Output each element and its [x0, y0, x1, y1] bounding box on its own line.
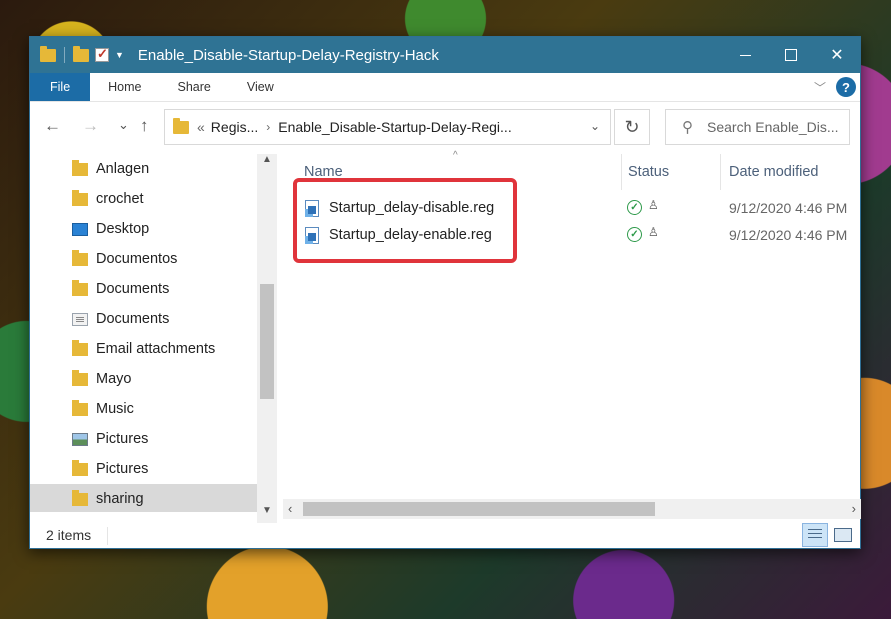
window-controls: ✕: [722, 37, 860, 73]
search-box[interactable]: ⚲ Search Enable_Dis...: [665, 109, 850, 145]
column-divider[interactable]: [720, 154, 721, 190]
breadcrumb-current-folder[interactable]: Enable_Disable-Startup-Delay-Regi...: [278, 119, 511, 135]
sidebar-item-label: Documents: [96, 311, 170, 327]
search-input[interactable]: Search Enable_Dis...: [707, 119, 839, 135]
up-button[interactable]: ↑: [140, 116, 149, 136]
help-icon[interactable]: ?: [836, 77, 856, 97]
sidebar-item-music[interactable]: Music: [30, 394, 257, 424]
breadcrumb-overflow[interactable]: «: [197, 119, 205, 135]
available-status-icon: ✓: [627, 200, 642, 215]
folder-icon: [72, 189, 88, 206]
sidebar-item-label: Email attachments: [96, 341, 216, 357]
content-horizontal-scrollbar[interactable]: ‹ ›: [283, 499, 861, 519]
new-folder-icon[interactable]: [73, 45, 89, 62]
sidebar-item-label: Documents: [96, 281, 170, 297]
scroll-down-icon[interactable]: ▼: [257, 505, 277, 523]
folder-icon: [72, 339, 88, 356]
navigation-pane-scrollbar[interactable]: ▲ ▼: [257, 154, 277, 523]
folder-icon: [72, 159, 88, 176]
column-header-status[interactable]: Status: [628, 154, 669, 190]
tab-share[interactable]: Share: [160, 73, 229, 101]
window-title: Enable_Disable-Startup-Delay-Registry-Ha…: [137, 46, 439, 64]
scrollbar-thumb[interactable]: [260, 284, 274, 399]
properties-icon[interactable]: [95, 46, 109, 62]
column-divider[interactable]: [621, 154, 622, 190]
sidebar-item-documents-library[interactable]: Documents: [30, 304, 257, 334]
sidebar-item-label: Music: [96, 401, 134, 417]
sidebar-item-label: Documentos: [96, 251, 178, 267]
tab-home[interactable]: Home: [90, 73, 159, 101]
available-status-icon: ✓: [627, 227, 642, 242]
shared-user-icon: ♙: [648, 225, 659, 239]
folder-icon: [72, 489, 88, 506]
scroll-up-icon[interactable]: ▲: [257, 154, 277, 172]
breadcrumb-registry[interactable]: Regis...: [211, 119, 258, 135]
sidebar-item-pictures-library[interactable]: Pictures: [30, 424, 257, 454]
sidebar-item-label: Pictures: [96, 431, 149, 447]
minimize-button[interactable]: [722, 37, 768, 73]
sidebar-item-mayo[interactable]: Mayo: [30, 364, 257, 394]
pictures-icon: [72, 432, 88, 446]
shared-user-icon: ♙: [648, 198, 659, 212]
tab-file[interactable]: File: [30, 73, 91, 101]
desktop-icon: [72, 222, 88, 236]
address-bar[interactable]: « Regis... › Enable_Disable-Startup-Dela…: [164, 109, 611, 145]
sidebar-item-label: Desktop: [96, 221, 150, 237]
toolbar-separator: [64, 47, 65, 63]
sidebar-item-anlagen[interactable]: Anlagen: [30, 154, 257, 184]
maximize-button[interactable]: [768, 37, 814, 73]
sidebar-item-label: Pictures: [96, 461, 149, 477]
documents-icon: [72, 312, 88, 326]
expand-ribbon-chevron-icon[interactable]: ﹀: [814, 79, 826, 96]
breadcrumb-separator-icon[interactable]: ›: [266, 120, 270, 134]
scrollbar-thumb[interactable]: [303, 502, 655, 516]
sidebar-item-desktop[interactable]: Desktop: [30, 214, 257, 244]
folder-icon: [72, 399, 88, 416]
ribbon-tabs: File Home Share View ﹀ ?: [30, 73, 860, 102]
search-icon: ⚲: [682, 119, 693, 136]
recent-locations-chevron-icon[interactable]: ⌄: [118, 117, 129, 133]
ribbon-right: ﹀ ?: [814, 77, 856, 97]
folder-icon: [72, 279, 88, 296]
status-divider: [107, 527, 108, 545]
sidebar-item-crochet[interactable]: crochet: [30, 184, 257, 214]
sidebar-item-label: crochet: [96, 191, 144, 207]
date-modified: 9/12/2020 4:46 PM: [729, 227, 848, 243]
forward-button[interactable]: →: [82, 116, 99, 136]
folder-icon: [72, 459, 88, 476]
refresh-button[interactable]: ↻: [614, 109, 650, 145]
column-header-date-modified[interactable]: Date modified: [729, 154, 818, 190]
file-explorer-window: ▼ Enable_Disable-Startup-Delay-Registry-…: [29, 36, 861, 549]
sidebar-item-label: Anlagen: [96, 161, 150, 177]
date-modified: 9/12/2020 4:46 PM: [729, 200, 848, 216]
folder-icon: [173, 117, 189, 134]
scroll-right-icon[interactable]: ›: [852, 501, 856, 516]
status-bar: 2 items: [30, 523, 860, 549]
sidebar-item-sharing[interactable]: sharing: [30, 484, 257, 512]
folder-icon: [72, 249, 88, 266]
quick-access-toolbar: ▼: [40, 45, 124, 63]
close-button[interactable]: ✕: [814, 37, 860, 73]
sort-ascending-icon: ^: [453, 150, 458, 161]
customize-toolbar-chevron-icon[interactable]: ▼: [115, 50, 124, 60]
navigation-bar: ← → ⌄ ↑ « Regis... › Enable_Disable-Star…: [30, 107, 860, 147]
title-bar: ▼ Enable_Disable-Startup-Delay-Registry-…: [30, 37, 860, 73]
sidebar-item-pictures-folder[interactable]: Pictures: [30, 454, 257, 484]
sidebar-item-label: Mayo: [96, 371, 132, 387]
folder-icon: [72, 369, 88, 386]
sidebar-item-documentos[interactable]: Documentos: [30, 244, 257, 274]
tab-view[interactable]: View: [229, 73, 292, 101]
large-icons-view-button[interactable]: [830, 523, 856, 547]
folder-icon: [40, 45, 56, 62]
sidebar-item-email-attachments[interactable]: Email attachments: [30, 334, 257, 364]
highlight-box: [293, 178, 517, 263]
details-view-button[interactable]: [802, 523, 828, 547]
navigation-pane: Anlagen crochet Desktop Documentos Docum…: [30, 154, 278, 512]
sidebar-item-label: sharing: [96, 491, 144, 507]
address-dropdown-icon[interactable]: ⌄: [590, 119, 600, 133]
scroll-left-icon[interactable]: ‹: [288, 501, 292, 516]
back-button[interactable]: ←: [44, 116, 61, 136]
sidebar-item-documents-folder[interactable]: Documents: [30, 274, 257, 304]
item-count: 2 items: [46, 527, 92, 543]
